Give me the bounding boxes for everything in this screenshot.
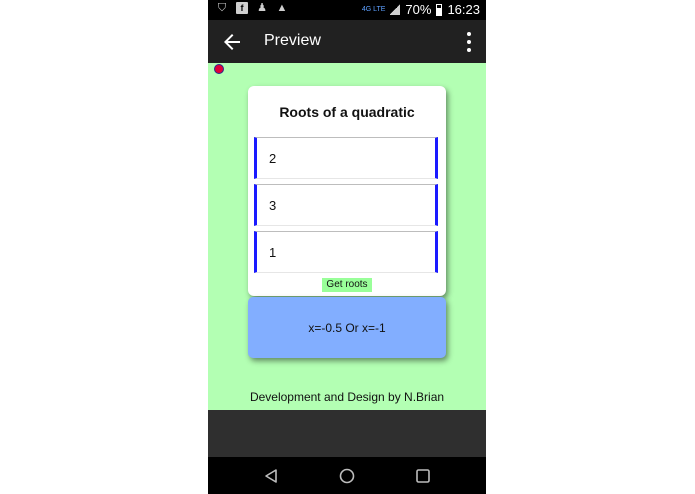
page-title: Preview	[264, 32, 321, 49]
bottom-band	[208, 410, 486, 457]
notification-icons: ⛉ f ♟ ▲	[216, 2, 288, 14]
battery-icon	[436, 3, 443, 16]
status-indicators: 4G LTE 70% 16:23	[362, 2, 480, 17]
app-bar: Preview	[208, 20, 486, 63]
system-nav-bar	[208, 457, 486, 494]
status-bar: ⛉ f ♟ ▲ 4G LTE 70% 16:23	[208, 0, 486, 20]
home-circle-icon	[339, 468, 355, 484]
warning-icon: ▲	[276, 2, 288, 14]
record-indicator	[214, 64, 224, 74]
back-triangle-icon	[265, 469, 277, 483]
overflow-menu-button[interactable]	[462, 32, 476, 52]
facebook-icon: f	[236, 2, 248, 14]
result-text: x=-0.5 Or x=-1	[308, 320, 386, 335]
phone-screen: ⛉ f ♟ ▲ 4G LTE 70% 16:23 Preview Roots o…	[208, 0, 486, 494]
app-notification-icon: ♟	[257, 2, 267, 14]
card-title: Roots of a quadratic	[279, 104, 415, 120]
coefficient-b-input[interactable]: 3	[254, 184, 438, 226]
battery-percent: 70%	[405, 2, 432, 17]
quadratic-card: Roots of a quadratic 2 3 1 Get roots	[248, 86, 446, 296]
recents-square-icon	[416, 469, 430, 483]
back-button[interactable]	[220, 30, 244, 54]
clock: 16:23	[447, 2, 480, 17]
nav-recents-button[interactable]	[414, 467, 432, 485]
get-roots-button[interactable]: Get roots	[322, 278, 372, 292]
coefficient-a-input[interactable]: 2	[254, 137, 438, 179]
shield-icon: ⛉	[217, 2, 227, 14]
more-vert-icon	[467, 32, 471, 36]
signal-icon	[390, 4, 401, 15]
nav-home-button[interactable]	[338, 467, 356, 485]
footer-credit: Development and Design by N.Brian	[249, 390, 445, 404]
network-indicator: 4G LTE	[361, 6, 386, 13]
result-panel: x=-0.5 Or x=-1	[248, 297, 446, 358]
coefficient-c-input[interactable]: 1	[254, 231, 438, 273]
arrow-left-icon	[224, 34, 240, 50]
nav-back-button[interactable]	[262, 467, 280, 485]
